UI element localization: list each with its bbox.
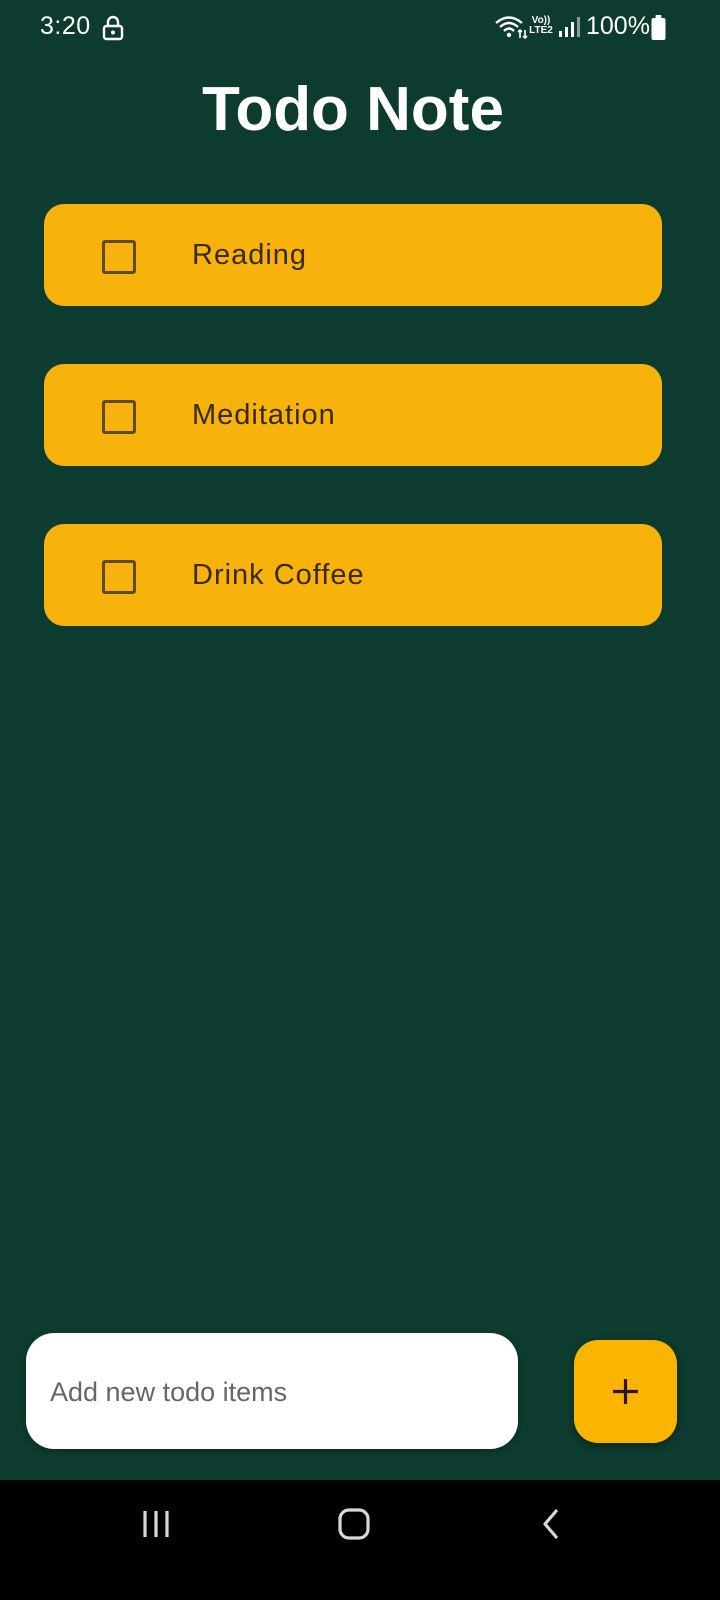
checkbox[interactable] (102, 400, 136, 434)
network-type-label: Vo)) LTE2 (529, 15, 553, 36)
navigation-bar (0, 1480, 720, 1600)
todo-label: Drink Coffee (192, 559, 365, 591)
new-todo-input-container (26, 1333, 518, 1451)
recent-apps-icon[interactable] (138, 1506, 174, 1542)
todo-label: Meditation (192, 399, 336, 431)
signal-icon (559, 17, 580, 37)
battery-icon (651, 15, 666, 40)
todo-item[interactable]: Meditation (44, 364, 662, 466)
checkbox[interactable] (102, 560, 136, 594)
checkbox[interactable] (102, 240, 136, 274)
page-title: Todo Note (202, 75, 504, 144)
lock-icon (102, 15, 124, 41)
status-time: 3:20 (40, 12, 91, 40)
home-icon[interactable] (336, 1506, 372, 1542)
back-icon[interactable] (534, 1506, 570, 1542)
plus-icon (613, 1379, 638, 1404)
status-bar: 3:20 Vo)) LTE2 100% (0, 0, 720, 56)
wifi-icon (495, 16, 528, 40)
todo-list: Reading Meditation Drink Coffee (44, 204, 662, 684)
todo-label: Reading (192, 239, 308, 271)
new-todo-input[interactable] (48, 1333, 502, 1451)
todo-item[interactable]: Drink Coffee (44, 524, 662, 626)
battery-percentage: 100% (586, 12, 650, 40)
add-todo-button[interactable] (574, 1340, 677, 1443)
todo-item[interactable]: Reading (44, 204, 662, 306)
